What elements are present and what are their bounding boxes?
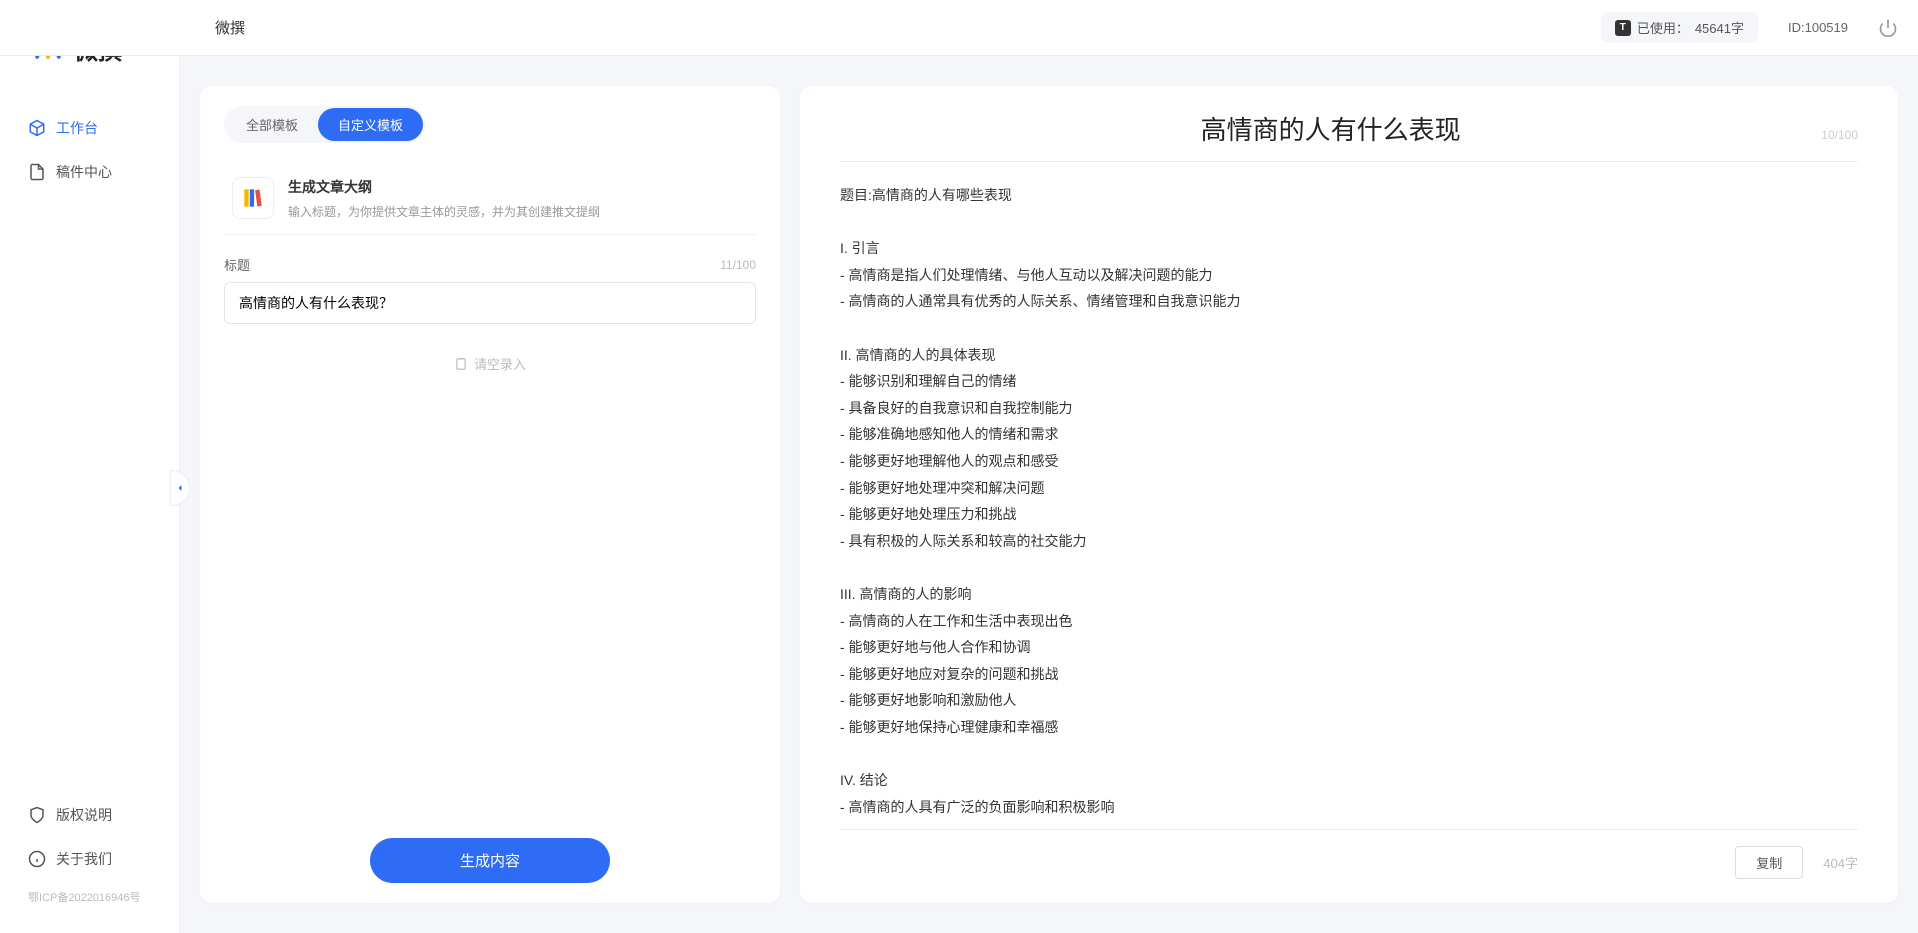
output-char-count: 404字 <box>1823 853 1858 872</box>
sidebar-item-copyright[interactable]: 版权说明 <box>0 793 179 837</box>
sidebar-item-label: 版权说明 <box>56 805 112 825</box>
books-icon <box>232 177 274 219</box>
output-panel: 高情商的人有什么表现 10/100 题目:高情商的人有哪些表现 I. 引言 - … <box>800 86 1898 903</box>
sidebar-item-label: 关于我们 <box>56 849 112 869</box>
nav-main: 工作台 稿件中心 <box>0 96 179 783</box>
info-icon <box>28 850 46 868</box>
usage-value: 45641字 <box>1695 18 1744 37</box>
output-title: 高情商的人有什么表现 <box>840 110 1821 147</box>
user-id: ID:100519 <box>1788 20 1848 35</box>
sidebar-item-label: 工作台 <box>56 118 98 138</box>
input-panel: 全部模板 自定义模板 生成文章大纲 输入标题，为你提供文章主体的灵感，并为其创建… <box>200 86 780 903</box>
copy-button[interactable]: 复制 <box>1735 846 1803 879</box>
sidebar-item-drafts[interactable]: 稿件中心 <box>0 150 179 194</box>
shield-icon <box>28 806 46 824</box>
text-icon: T <box>1615 20 1631 36</box>
topbar: 微撰 T 已使用： 45641字 ID:100519 <box>0 0 1918 56</box>
sidebar-item-label: 稿件中心 <box>56 162 112 182</box>
usage-prefix: 已使用： <box>1637 18 1689 37</box>
empty-prompt: 请空录入 <box>224 324 756 403</box>
cube-icon <box>28 119 46 137</box>
sidebar-footer: 版权说明 关于我们 鄂ICP备2022016946号 <box>0 783 179 933</box>
tab-custom-templates[interactable]: 自定义模板 <box>318 108 423 141</box>
power-icon[interactable] <box>1878 18 1898 38</box>
clipboard-icon <box>454 357 468 371</box>
chevron-left-icon <box>174 482 186 494</box>
sidebar-item-workbench[interactable]: 工作台 <box>0 106 179 150</box>
template-card[interactable]: 生成文章大纲 输入标题，为你提供文章主体的灵感，并为其创建推文提纲 <box>224 163 756 235</box>
output-title-count: 10/100 <box>1821 128 1858 142</box>
divider <box>840 161 1858 162</box>
app-title: 微撰 <box>215 17 245 38</box>
output-body[interactable]: 题目:高情商的人有哪些表现 I. 引言 - 高情商是指人们处理情绪、与他人互动以… <box>840 182 1858 819</box>
usage-badge: T 已使用： 45641字 <box>1601 12 1758 43</box>
template-tabs: 全部模板 自定义模板 <box>224 106 425 143</box>
main-content: 全部模板 自定义模板 生成文章大纲 输入标题，为你提供文章主体的灵感，并为其创建… <box>180 56 1918 933</box>
field-label-title: 标题 <box>224 255 250 274</box>
title-input[interactable] <box>224 282 756 324</box>
tab-all-templates[interactable]: 全部模板 <box>226 108 318 141</box>
template-desc: 输入标题，为你提供文章主体的灵感，并为其创建推文提纲 <box>288 203 748 220</box>
generate-button[interactable]: 生成内容 <box>370 838 610 883</box>
field-char-count: 11/100 <box>720 258 756 272</box>
template-title: 生成文章大纲 <box>288 177 748 197</box>
icp-text: 鄂ICP备2022016946号 <box>0 881 179 913</box>
sidebar: 微撰 工作台 稿件中心 版权说明 关于我们 鄂ICP备2 <box>0 0 180 933</box>
document-icon <box>28 163 46 181</box>
sidebar-item-about[interactable]: 关于我们 <box>0 837 179 881</box>
